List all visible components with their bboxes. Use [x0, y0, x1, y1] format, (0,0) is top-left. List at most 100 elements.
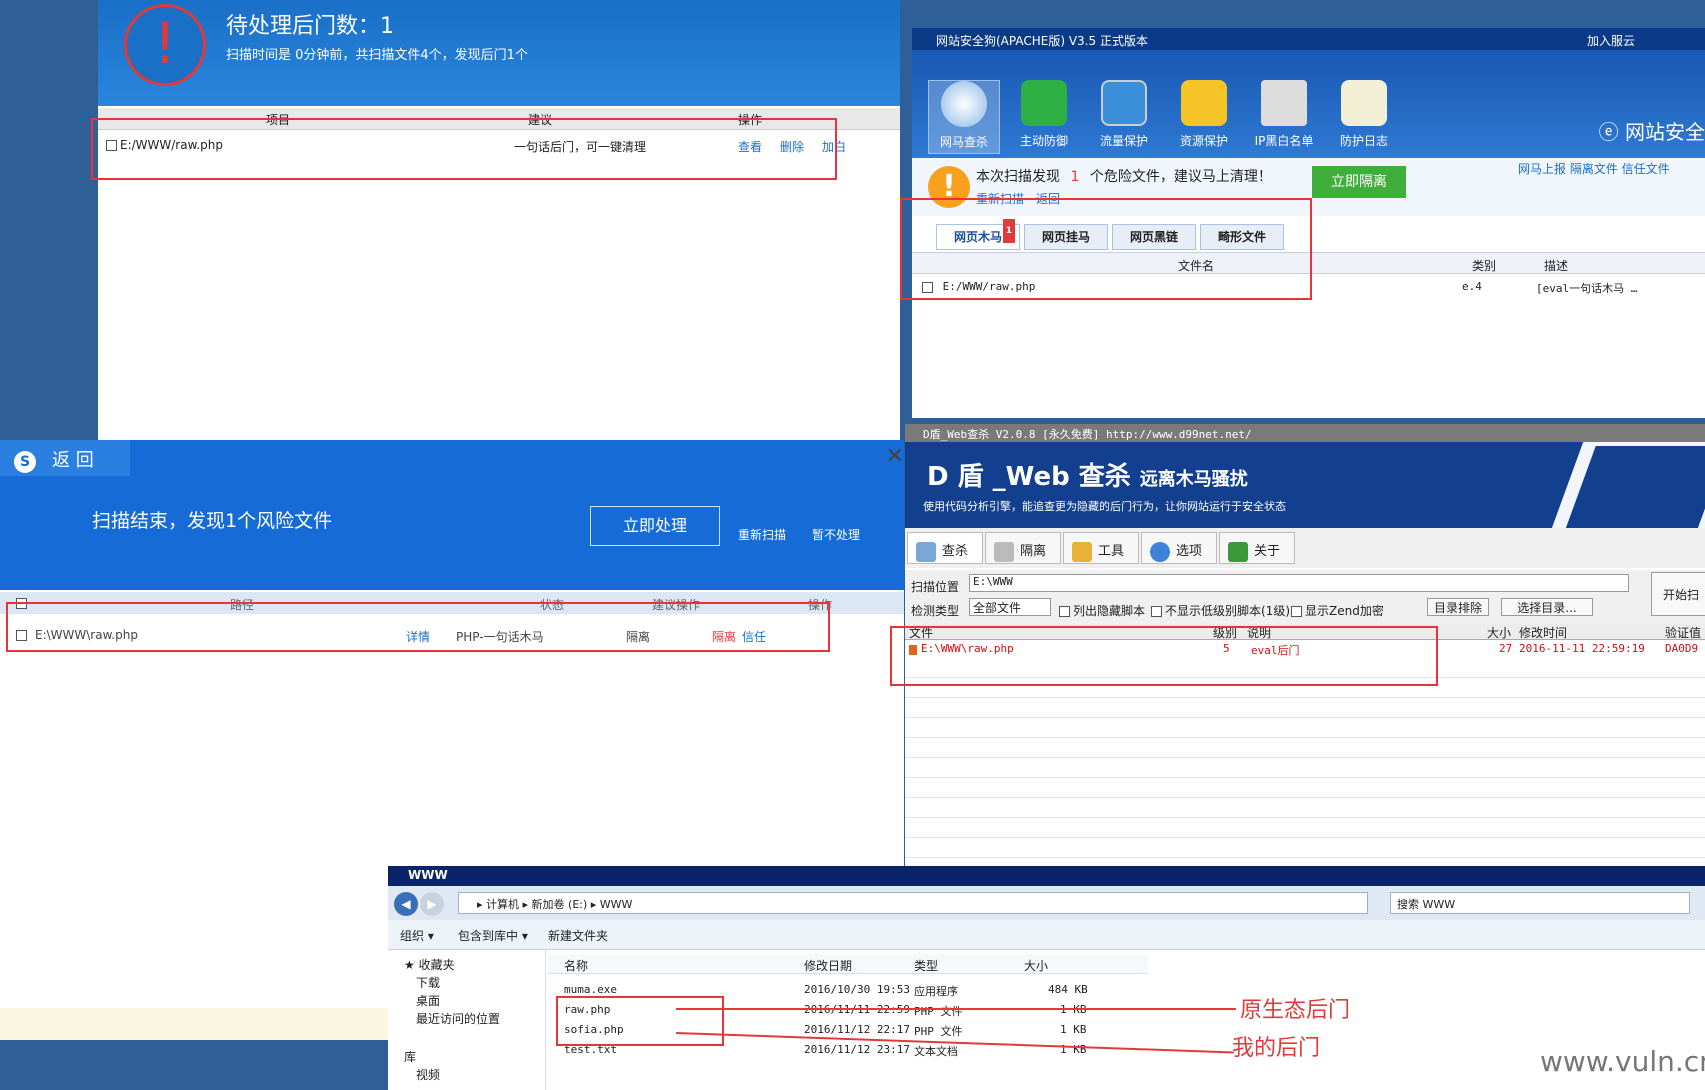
back-link[interactable]: 返回: [1036, 190, 1060, 207]
nav-videos[interactable]: 视频: [416, 1066, 440, 1083]
rescan-link[interactable]: 重新扫描: [976, 190, 1024, 207]
table-row: E:\WWW\raw.php 详情 PHP-一句话木马 隔离 隔离 信任: [0, 628, 904, 648]
file-row[interactable]: muma.exe 2016/10/30 19:53 应用程序 484 KB: [548, 980, 1148, 1000]
router-icon: [1261, 80, 1307, 126]
warning-icon: !: [928, 166, 970, 208]
table-row[interactable]: E:\WWW\raw.php 5 eval后门 27 2016-11-11 22…: [905, 642, 1705, 658]
tab-web-hang[interactable]: 网页挂马: [1024, 224, 1108, 250]
d-logo-icon: [1228, 541, 1248, 562]
file-path: E:\WWW\raw.php: [921, 642, 1014, 655]
table-row: E:/WWW/raw.php 一句话后门，可一键清理 查看 删除 加白: [106, 138, 896, 158]
tool-options[interactable]: 选项: [1141, 532, 1217, 564]
window-safedog: 网站安全狗(APACHE版) V3.5 正式版本 加入服云 网马查杀 主动防御 …: [912, 28, 1705, 418]
tool-isolate[interactable]: 隔离: [985, 532, 1061, 564]
grid-header: 文件名 类别 描述: [912, 252, 1705, 274]
col-actions: 操作: [738, 113, 763, 127]
detail-link[interactable]: 详情: [406, 628, 430, 645]
level: 5: [1223, 642, 1230, 655]
brand-description: 使用代码分析引擎，能追查更为隐藏的后门行为，让你网站运行于安全状态: [923, 500, 1286, 513]
file-row[interactable]: test.txt 2016/11/12 23:17 文本文档 1 KB: [548, 1040, 1148, 1060]
scan-options: 扫描位置 E:\WWW 开始扫 检测类型 全部文件 列出隐藏脚本 不显示低级别脚…: [905, 570, 1705, 624]
suggestion-text: 隔离: [626, 630, 651, 644]
toolbox-icon: [1072, 541, 1092, 562]
tool-ip-list[interactable]: IP黑白名单: [1248, 80, 1320, 154]
scan-result-banner: ! 本次扫描发现 1 个危险文件，建议马上清理！ 重新扫描 返回 立即隔离 网马…: [912, 158, 1705, 216]
back-icon[interactable]: ◀: [394, 892, 418, 916]
tool-tools[interactable]: 工具: [1063, 532, 1139, 564]
isolate-button[interactable]: 立即隔离: [1312, 166, 1406, 198]
include-library-menu[interactable]: 包含到库中 ▾: [458, 927, 528, 944]
tool-log[interactable]: 防护日志: [1328, 80, 1400, 154]
annotation-my-backdoor: 我的后门: [1232, 1036, 1321, 1061]
tool-scan[interactable]: 查杀: [907, 532, 983, 564]
scan-header: S返 回 ✕ 扫描结束，发现1个风险文件 立即处理 重新扫描 暂不处理: [0, 440, 904, 590]
row-checkbox[interactable]: [16, 630, 27, 641]
clipboard-icon: [1341, 80, 1387, 126]
choose-dir-button[interactable]: 选择目录...: [1501, 598, 1593, 616]
ignore-link[interactable]: 暂不处理: [812, 526, 860, 543]
advice-text: 一句话后门，可一键清理: [514, 140, 647, 154]
start-scan-button[interactable]: 开始扫: [1651, 572, 1705, 616]
row-checkbox[interactable]: [922, 281, 933, 293]
logo-shape: [1543, 442, 1705, 528]
option-low-level[interactable]: 不显示低级别脚本(1级): [1151, 602, 1290, 619]
scan-summary: 扫描时间是 0分钟前，共扫描文件4个，发现后门1个: [226, 48, 528, 63]
trust-link[interactable]: 信任: [742, 628, 766, 645]
tool-malware-scan[interactable]: 网马查杀: [928, 80, 1000, 154]
file-icon: [909, 645, 917, 655]
tool-bar: 查杀 隔离 工具 选项 关于: [905, 528, 1705, 568]
file-row[interactable]: raw.php2016/11/11 22:59PHP 文件1 KB: [548, 1000, 1148, 1020]
grid-body: [905, 658, 1705, 868]
whitelist-link[interactable]: 加白: [822, 138, 846, 155]
back-button[interactable]: S返 回: [0, 440, 130, 476]
page-title: 待处理后门数：1: [226, 14, 394, 39]
new-folder-button[interactable]: 新建文件夹: [548, 927, 608, 944]
handle-now-button[interactable]: 立即处理: [590, 506, 720, 546]
nav-favorites[interactable]: ★ 收藏夹: [404, 956, 455, 973]
tab-black-link[interactable]: 网页黑链: [1112, 224, 1196, 250]
alert-icon: !: [124, 4, 206, 86]
dshield-banner: D 盾 _Web 查杀 远离木马骚扰 使用代码分析引擎，能追查更为隐藏的后门行为…: [905, 442, 1705, 528]
quick-links[interactable]: 网马上报 隔离文件 信任文件: [1518, 160, 1670, 177]
path-field[interactable]: ▸ 计算机 ▸ 新加卷 (E:) ▸ WWW: [458, 892, 1368, 914]
nav-libraries[interactable]: 库: [404, 1048, 416, 1065]
tool-traffic[interactable]: 流量保护: [1088, 80, 1160, 154]
forward-icon[interactable]: ▶: [420, 892, 444, 916]
window-explorer: WWW ◀ ▶ ▸ 计算机 ▸ 新加卷 (E:) ▸ WWW 搜索 WWW 组织…: [388, 866, 1705, 1090]
option-zend[interactable]: 显示Zend加密: [1291, 602, 1384, 619]
type-select[interactable]: 全部文件: [969, 598, 1051, 616]
nav-downloads[interactable]: 下载: [416, 974, 440, 991]
table-row: E:/WWW/raw.php e.4 [eval一句话木马 …: [922, 280, 1702, 296]
brand-title: D 盾 _Web 查杀 远离木马骚扰: [927, 462, 1248, 492]
annotation-original-backdoor: 原生态后门: [1240, 998, 1351, 1023]
nav-pane: ★ 收藏夹 下载 桌面 最近访问的位置 库 视频: [388, 950, 546, 1090]
scan-header: ! 待处理后门数：1 扫描时间是 0分钟前，共扫描文件4个，发现后门1个: [98, 0, 900, 106]
table-header: 路径 状态 建议操作 操作: [0, 592, 904, 614]
dir-exclude-button[interactable]: 目录排除: [1427, 598, 1489, 616]
tool-about[interactable]: 关于: [1219, 532, 1295, 564]
select-all-checkbox[interactable]: [16, 598, 27, 609]
organize-menu[interactable]: 组织 ▾: [400, 927, 434, 944]
join-cloud-link[interactable]: 加入服云: [1587, 32, 1635, 49]
rescan-link[interactable]: 重新扫描: [738, 526, 786, 543]
nav-recent[interactable]: 最近访问的位置: [416, 1010, 500, 1027]
scan-message: 扫描结束，发现1个风险文件: [92, 510, 333, 532]
scan-path-select[interactable]: E:\WWW: [969, 574, 1629, 592]
delete-link[interactable]: 删除: [780, 138, 804, 155]
nav-desktop[interactable]: 桌面: [416, 992, 440, 1009]
tool-active-defense[interactable]: 主动防御: [1008, 80, 1080, 154]
isolate-link[interactable]: 隔离: [712, 628, 736, 645]
search-input[interactable]: 搜索 WWW: [1390, 892, 1690, 914]
size: 27: [1499, 642, 1513, 655]
close-icon[interactable]: ✕: [886, 444, 904, 469]
row-checkbox[interactable]: [106, 140, 117, 151]
gear-icon: [1150, 541, 1170, 562]
file-row[interactable]: sofia.php 2016/11/12 22:17 PHP 文件 1 KB: [548, 1020, 1148, 1040]
brand-logo: ⓔ 网站安全: [1598, 120, 1705, 144]
tab-malformed[interactable]: 畸形文件: [1200, 224, 1284, 250]
view-link[interactable]: 查看: [738, 138, 762, 155]
tab-web-trojan[interactable]: 网页木马 1: [936, 219, 1020, 250]
tool-resource[interactable]: 资源保护: [1168, 80, 1240, 154]
table-header: 项目 建议 操作: [98, 108, 900, 130]
option-hidden[interactable]: 列出隐藏脚本: [1059, 602, 1145, 619]
